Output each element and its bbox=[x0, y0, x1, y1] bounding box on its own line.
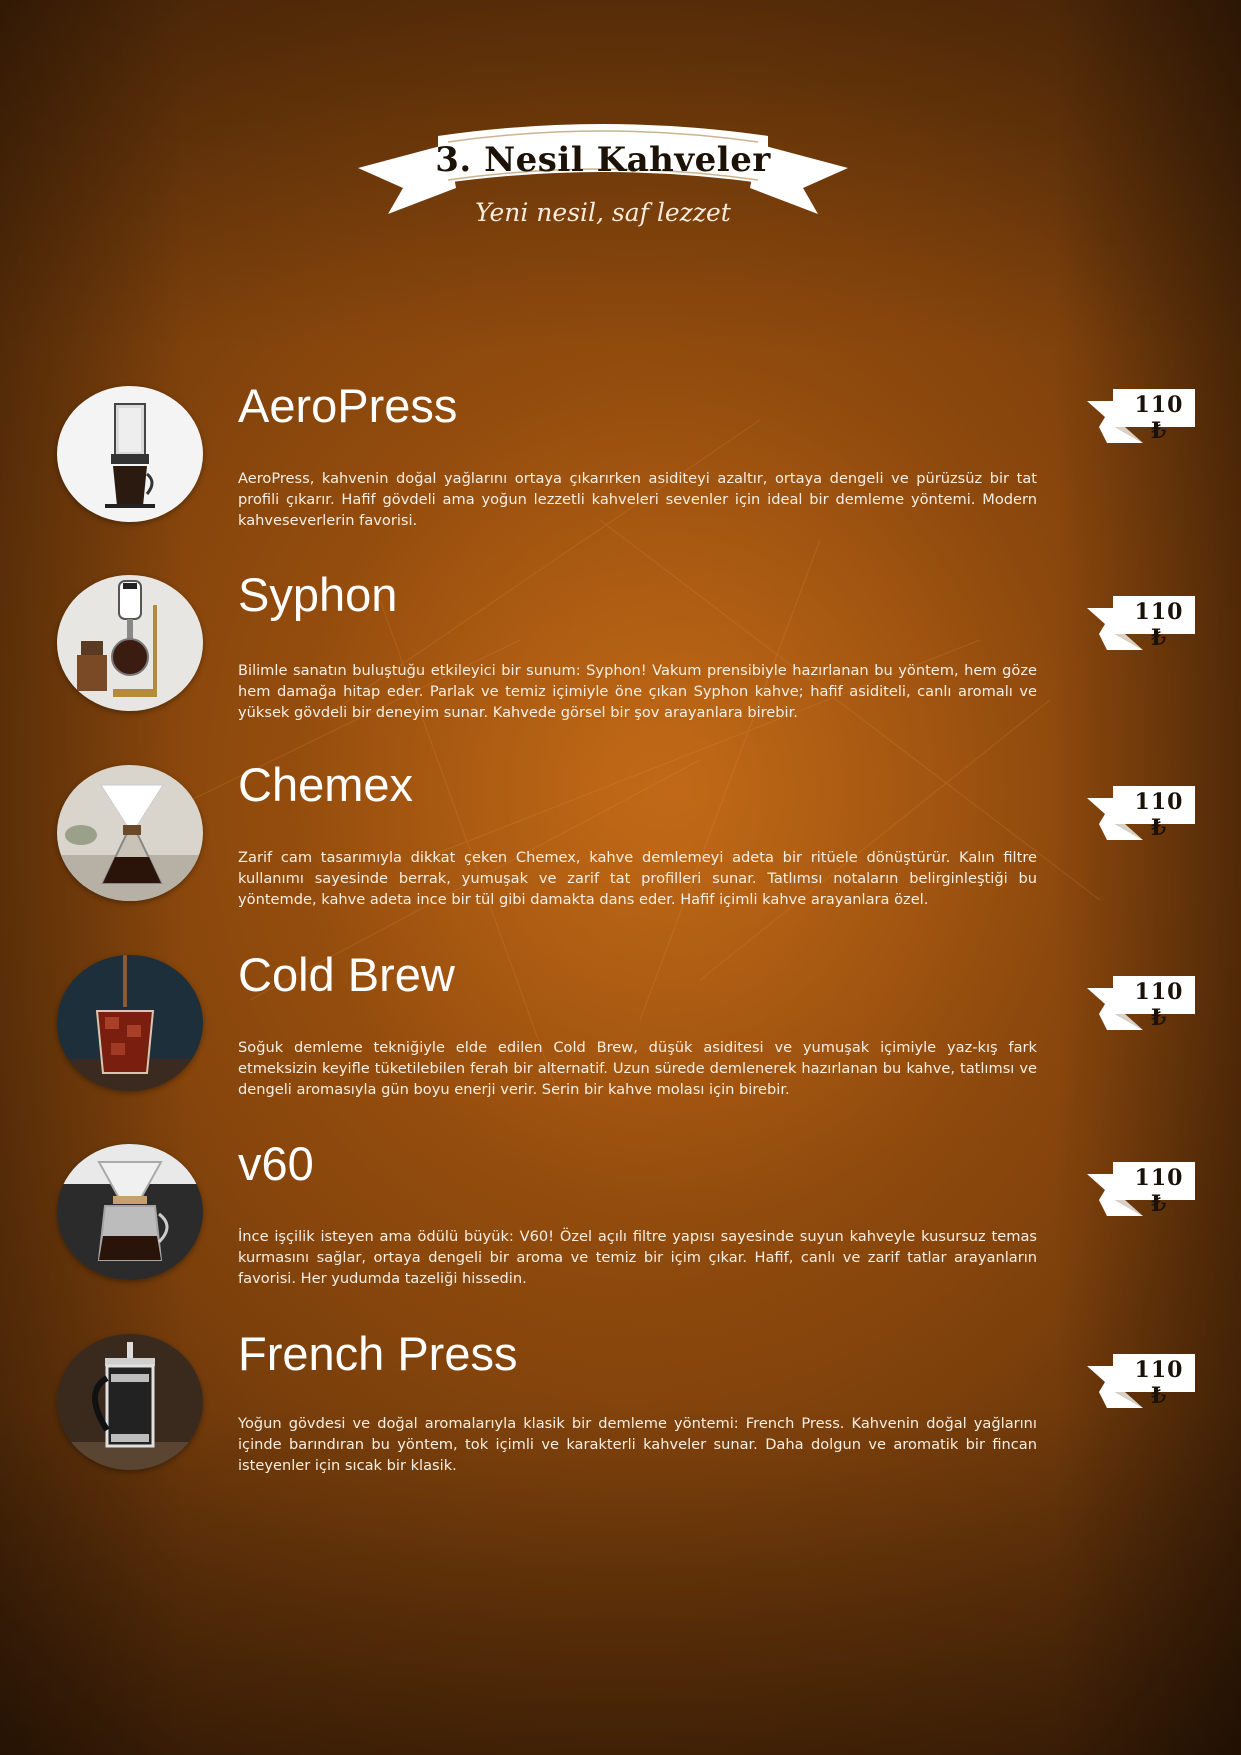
price-tag: 110 ₺ bbox=[1085, 387, 1197, 445]
menu-item-v60: v60 İnce işçilik isteyen ama ödülü büyük… bbox=[0, 1137, 1241, 1287]
aeropress-photo bbox=[57, 386, 203, 522]
price-tag: 110 ₺ bbox=[1085, 594, 1197, 652]
item-name: Syphon bbox=[238, 568, 398, 621]
item-price: 110 ₺ bbox=[1134, 599, 1184, 651]
french-press-photo bbox=[57, 1334, 203, 1470]
cold-brew-photo bbox=[57, 955, 203, 1091]
chemex-photo bbox=[57, 765, 203, 901]
price-tag: 110 ₺ bbox=[1085, 1352, 1197, 1410]
item-name: French Press bbox=[238, 1327, 518, 1380]
item-description: Soğuk demleme tekniğiyle elde edilen Col… bbox=[238, 1039, 1037, 1098]
ribbon-banner-icon bbox=[358, 124, 848, 214]
v60-photo bbox=[57, 1144, 203, 1280]
item-price: 110 ₺ bbox=[1134, 789, 1184, 841]
header-banner: 3. Nesil Kahveler Yeni nesil, saf lezzet bbox=[348, 118, 858, 248]
price-tag: 110 ₺ bbox=[1085, 784, 1197, 842]
item-price: 110 ₺ bbox=[1134, 1165, 1184, 1217]
item-name: Cold Brew bbox=[238, 948, 455, 1001]
item-description: AeroPress, kahvenin doğal yağlarını orta… bbox=[238, 470, 1037, 529]
item-description: Bilimle sanatın buluştuğu etkileyici bir… bbox=[238, 662, 1037, 721]
item-description: Yoğun gövdesi ve doğal aromalarıyla klas… bbox=[238, 1415, 1037, 1474]
menu-item-chemex: Chemex Zarif cam tasarımıyla dikkat çeke… bbox=[0, 758, 1241, 908]
item-description: Zarif cam tasarımıyla dikkat çeken Cheme… bbox=[238, 849, 1037, 908]
syphon-photo bbox=[57, 575, 203, 711]
item-name: AeroPress bbox=[238, 379, 458, 432]
price-tag: 110 ₺ bbox=[1085, 1160, 1197, 1218]
menu-title: 3. Nesil Kahveler bbox=[435, 140, 771, 180]
menu-subtitle: Yeni nesil, saf lezzet bbox=[475, 198, 731, 227]
item-description: İnce işçilik isteyen ama ödülü büyük: V6… bbox=[238, 1228, 1037, 1287]
price-tag: 110 ₺ bbox=[1085, 974, 1197, 1032]
item-price: 110 ₺ bbox=[1134, 392, 1184, 444]
menu-item-aeropress: AeroPress AeroPress, kahvenin doğal yağl… bbox=[0, 379, 1241, 529]
item-name: Chemex bbox=[238, 758, 414, 811]
item-price: 110 ₺ bbox=[1134, 1357, 1184, 1409]
item-name: v60 bbox=[238, 1137, 314, 1190]
menu-item-syphon: Syphon Bilimle sanatın buluştuğu etkiley… bbox=[0, 568, 1241, 721]
menu-item-french-press: French Press Yoğun gövdesi ve doğal arom… bbox=[0, 1327, 1241, 1474]
menu-item-cold-brew: Cold Brew Soğuk demleme tekniğiyle elde … bbox=[0, 948, 1241, 1098]
item-price: 110 ₺ bbox=[1134, 979, 1184, 1031]
